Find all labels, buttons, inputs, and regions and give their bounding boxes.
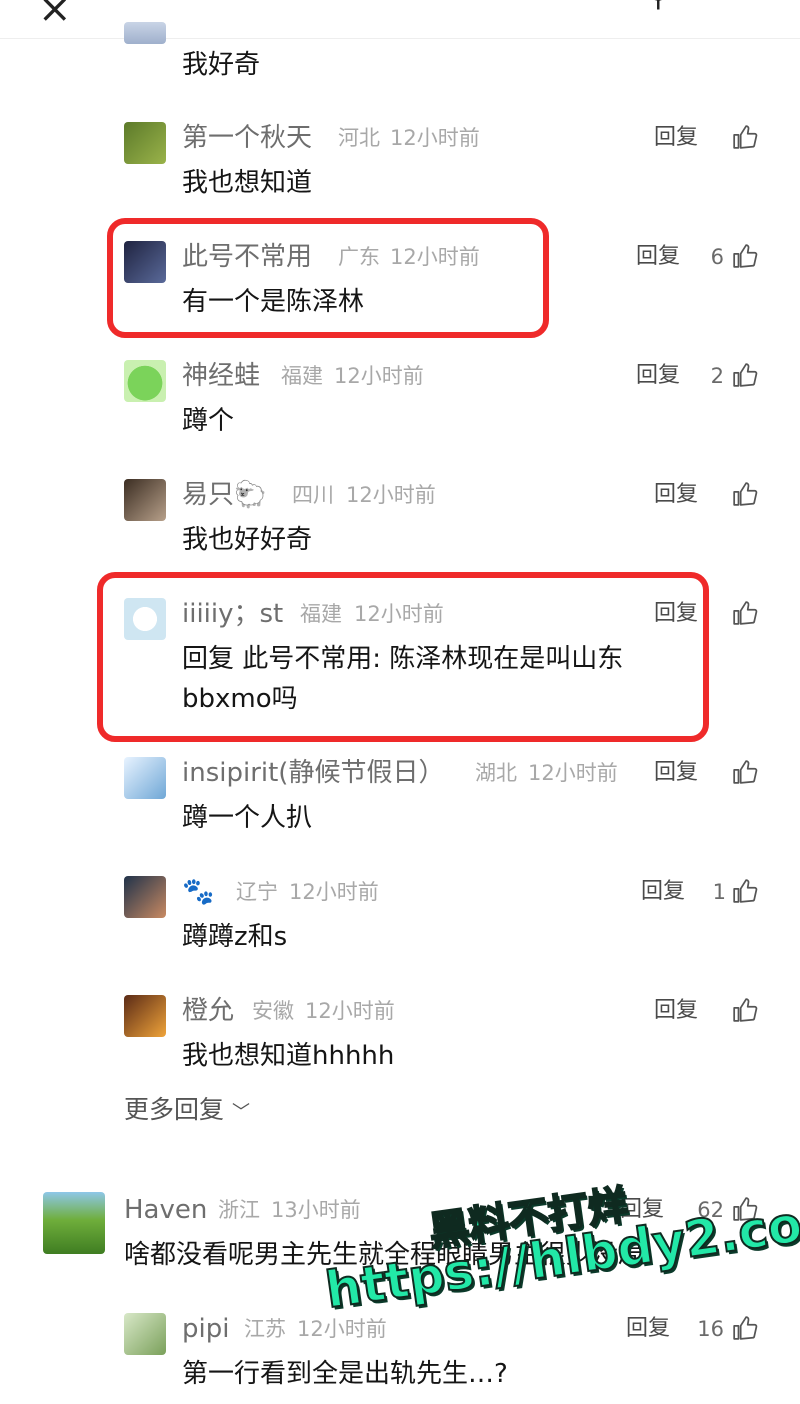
- comment-text: 蹲蹲z和s: [182, 922, 288, 952]
- comment-author[interactable]: iiiiiy；st: [182, 598, 283, 630]
- avatar[interactable]: [124, 479, 166, 521]
- comment-time: 12小时前: [390, 245, 480, 269]
- like-count: 6: [710, 245, 724, 269]
- comment-author[interactable]: 易只🐑: [182, 479, 266, 511]
- comment-time: 12小时前: [528, 761, 618, 785]
- comment-author[interactable]: Haven: [124, 1194, 207, 1226]
- reply-button[interactable]: 回复: [654, 598, 698, 630]
- reply-button[interactable]: 回复: [654, 122, 698, 154]
- comment-author[interactable]: 神经蛙: [182, 360, 260, 392]
- comment-time: 12小时前: [297, 1317, 387, 1341]
- comment-location: 安徽: [252, 999, 294, 1023]
- comment-author[interactable]: 第一个秋天: [182, 122, 312, 154]
- comment-text: 我也想知道: [182, 168, 313, 198]
- avatar[interactable]: [124, 122, 166, 164]
- thumbs-up-icon[interactable]: [732, 362, 758, 388]
- comment-text: 我也好好奇: [182, 525, 313, 555]
- comment-text: 第一行看到全是出轨先生…?: [182, 1359, 508, 1389]
- reply-button[interactable]: 回复: [641, 876, 685, 908]
- avatar[interactable]: [124, 757, 166, 799]
- comment-location: 江苏: [244, 1317, 286, 1341]
- like-count: 16: [697, 1317, 724, 1341]
- more-replies-button[interactable]: 更多回复 ﹀: [124, 1094, 250, 1129]
- reply-button[interactable]: 回复: [626, 1313, 670, 1345]
- thumbs-up-icon[interactable]: [732, 997, 758, 1023]
- like-count: 2: [710, 364, 724, 388]
- comment-location: 四川: [292, 483, 334, 507]
- comment-time: 12小时前: [305, 999, 395, 1023]
- avatar[interactable]: [124, 1313, 166, 1355]
- comment-author[interactable]: 橙允: [182, 995, 234, 1027]
- comment-location: 湖北: [475, 761, 517, 785]
- comment-author[interactable]: insipirit(静候节假日）: [182, 757, 444, 789]
- comment-text: 有一个是陈泽林: [182, 287, 365, 317]
- chevron-down-icon: ﹀: [231, 1102, 250, 1123]
- avatar[interactable]: [124, 598, 166, 640]
- thumbs-up-icon[interactable]: [732, 1315, 758, 1341]
- comment-time: 12小时前: [346, 483, 436, 507]
- reply-button[interactable]: 回复: [636, 360, 680, 392]
- thumbs-up-icon[interactable]: [732, 759, 758, 785]
- reply-button[interactable]: 回复: [654, 995, 698, 1027]
- avatar[interactable]: [43, 1192, 105, 1254]
- comment-location: 河北: [338, 126, 380, 150]
- reply-button[interactable]: 回复: [636, 241, 680, 273]
- comment-time: 12小时前: [390, 126, 480, 150]
- comment-text: 我也想知道hhhhh: [182, 1041, 395, 1071]
- comment-text: 回复 此号不常用: 陈泽林现在是叫山东: [182, 644, 624, 674]
- thumbs-up-icon[interactable]: [732, 481, 758, 507]
- avatar[interactable]: [124, 995, 166, 1037]
- comment-location: 广东: [338, 245, 380, 269]
- comment-author[interactable]: 此号不常用: [182, 241, 312, 273]
- comment-time: 12小时前: [289, 880, 379, 904]
- more-replies-label: 更多回复: [124, 1095, 225, 1124]
- avatar[interactable]: [124, 360, 166, 402]
- comment-text: 蹲一个人扒: [182, 803, 313, 833]
- comment-location: 辽宁: [236, 880, 278, 904]
- comment-location: 福建: [300, 602, 342, 626]
- comment-text-continued: bbxmo吗: [182, 684, 298, 714]
- reply-button[interactable]: 回复: [654, 479, 698, 511]
- avatar[interactable]: [124, 22, 166, 44]
- comment-location: 浙江: [218, 1198, 260, 1222]
- comment-time: 12小时前: [334, 364, 424, 388]
- reply-button[interactable]: 回复: [654, 757, 698, 789]
- comment-location: 福建: [281, 364, 323, 388]
- comment-time: 13小时前: [271, 1198, 361, 1222]
- avatar[interactable]: [124, 241, 166, 283]
- comment-time: 12小时前: [354, 602, 444, 626]
- like-count: 1: [712, 880, 726, 904]
- thumbs-up-icon[interactable]: [732, 600, 758, 626]
- comment-author[interactable]: pipi: [182, 1313, 229, 1345]
- comment-text: 我好奇: [182, 50, 261, 80]
- thumbs-up-icon[interactable]: [732, 878, 758, 904]
- comment-thread: 我好奇 第一个秋天 河北 12小时前 回复 我也想知道 此号不常用 广东 12小…: [0, 0, 800, 1404]
- thumbs-up-icon[interactable]: [732, 243, 758, 269]
- comment-author[interactable]: 🐾: [182, 876, 214, 908]
- thumbs-up-icon[interactable]: [732, 124, 758, 150]
- avatar[interactable]: [124, 876, 166, 918]
- comment-text: 蹲个: [182, 406, 235, 436]
